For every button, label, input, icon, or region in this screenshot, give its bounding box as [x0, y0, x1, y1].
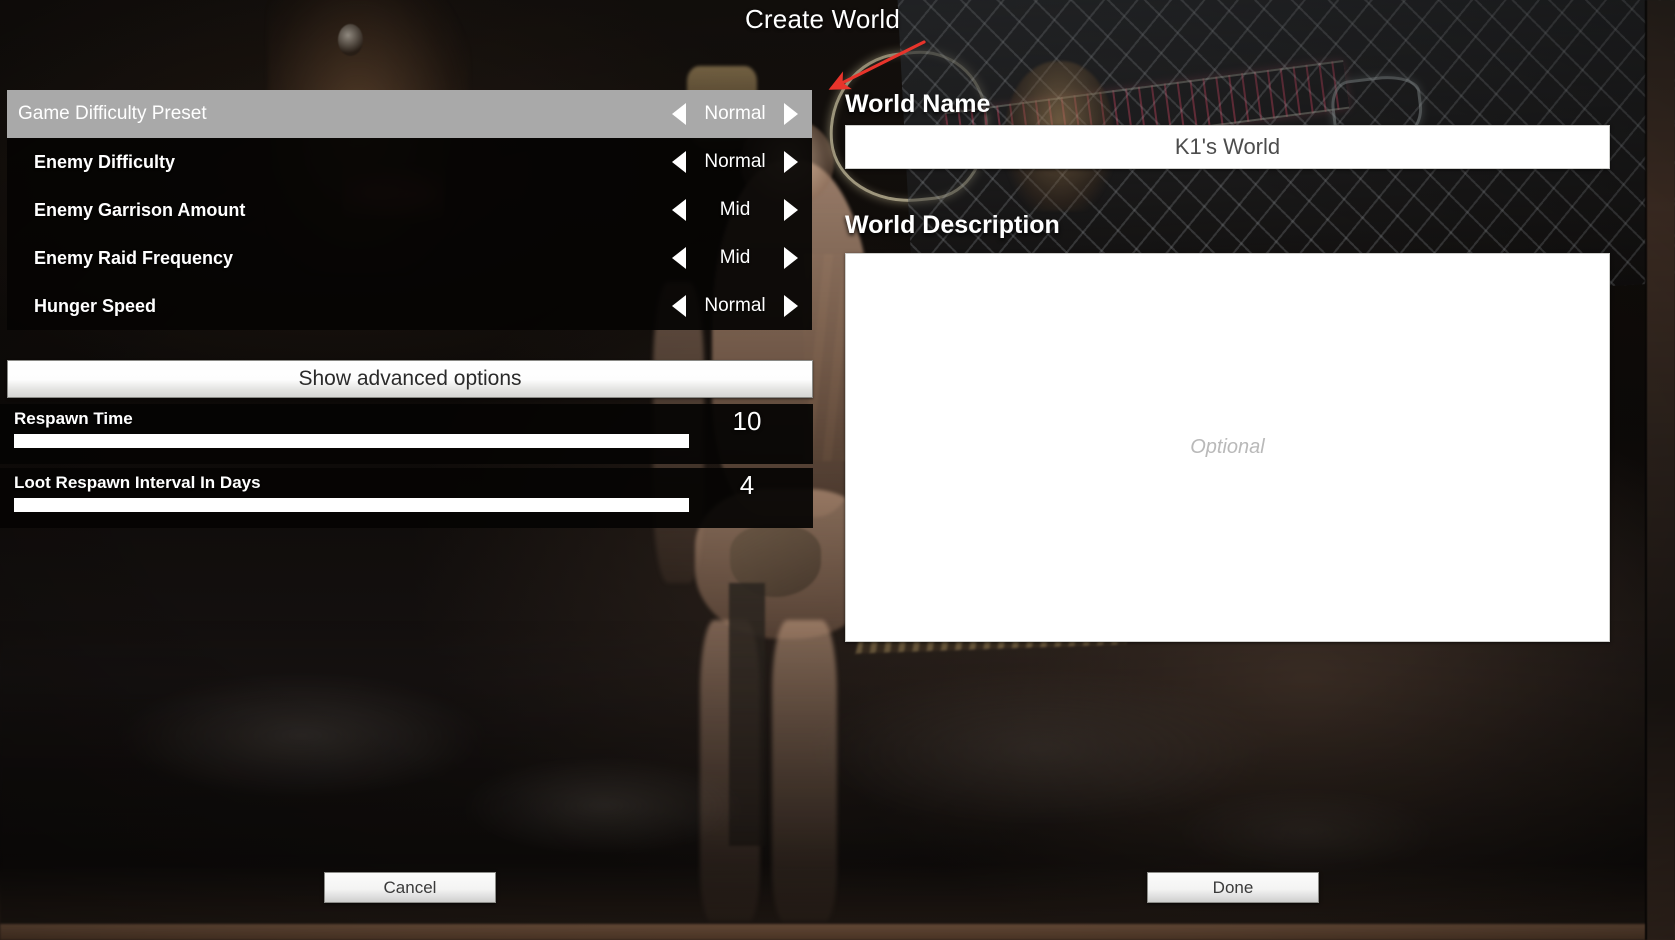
setting-spinner: Mid [666, 234, 804, 282]
cancel-button[interactable]: Cancel [324, 872, 496, 903]
setting-row-game-difficulty-preset[interactable]: Game Difficulty Preset Normal [7, 90, 812, 138]
settings-panel: Game Difficulty Preset Normal Enemy Diff… [7, 90, 812, 330]
setting-label: Enemy Difficulty [34, 151, 176, 172]
decrement-arrow-icon[interactable] [666, 234, 692, 282]
page-title: Create World [744, 4, 901, 34]
world-description-placeholder: Optional [1190, 436, 1265, 458]
decrement-arrow-icon[interactable] [666, 282, 692, 330]
decrement-arrow-icon[interactable] [666, 186, 692, 234]
setting-label: Enemy Garrison Amount [34, 199, 246, 220]
world-name-label: World Name [845, 90, 991, 118]
slider-value: 10 [732, 406, 762, 436]
increment-arrow-icon[interactable] [778, 186, 804, 234]
setting-spinner: Normal [666, 282, 804, 330]
slider-label: Respawn Time [14, 409, 133, 428]
setting-spinner: Normal [666, 138, 804, 186]
slider-value: 4 [739, 470, 755, 500]
setting-row-enemy-difficulty[interactable]: Enemy Difficulty Normal [7, 138, 812, 186]
setting-label: Hunger Speed [34, 295, 157, 316]
decrement-arrow-icon[interactable] [666, 138, 692, 186]
slider-label: Loot Respawn Interval In Days [14, 473, 261, 492]
setting-value: Normal [704, 151, 766, 172]
setting-value: Normal [704, 295, 766, 316]
setting-row-enemy-raid-frequency[interactable]: Enemy Raid Frequency Mid [7, 234, 812, 282]
setting-row-enemy-garrison-amount[interactable]: Enemy Garrison Amount Mid [7, 186, 812, 234]
setting-value: Normal [704, 103, 766, 124]
world-name-input[interactable]: K1's World [845, 125, 1610, 169]
slider-row-loot-respawn-interval: Loot Respawn Interval In Days 4 [0, 468, 813, 528]
setting-label: Enemy Raid Frequency [34, 247, 234, 268]
world-description-label: World Description [845, 211, 1060, 239]
setting-value: Mid [719, 247, 751, 268]
setting-spinner: Mid [666, 186, 804, 234]
setting-row-hunger-speed[interactable]: Hunger Speed Normal [7, 282, 812, 330]
slider-track[interactable] [14, 498, 689, 512]
increment-arrow-icon[interactable] [778, 138, 804, 186]
increment-arrow-icon[interactable] [778, 282, 804, 330]
decrement-arrow-icon[interactable] [666, 90, 692, 138]
setting-spinner: Normal [666, 90, 804, 138]
slider-row-respawn-time: Respawn Time 10 [0, 404, 813, 464]
setting-label: Game Difficulty Preset [18, 103, 207, 124]
show-advanced-options-button[interactable]: Show advanced options [7, 360, 813, 398]
slider-track[interactable] [14, 434, 689, 448]
done-button[interactable]: Done [1147, 872, 1319, 903]
setting-value: Mid [719, 199, 751, 220]
increment-arrow-icon[interactable] [778, 90, 804, 138]
world-description-input[interactable]: Optional [845, 253, 1610, 642]
increment-arrow-icon[interactable] [778, 234, 804, 282]
